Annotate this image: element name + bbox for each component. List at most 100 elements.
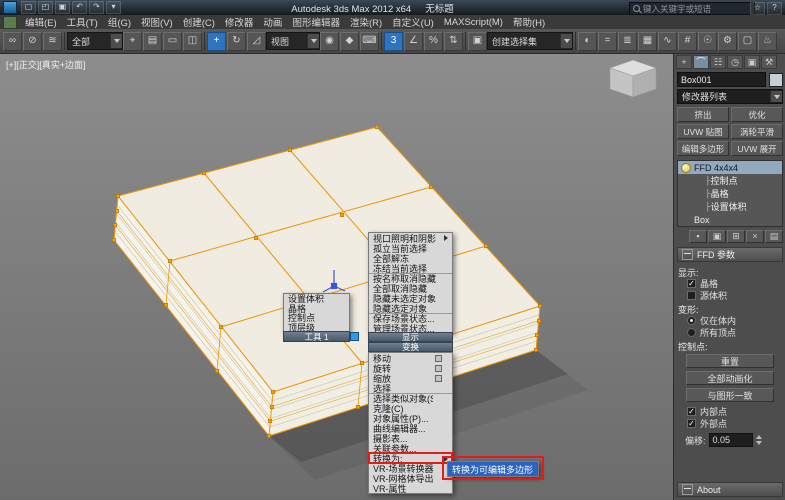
view-cube[interactable] [609,59,657,98]
deform-radio[interactable]: 所有顶点 [678,326,782,338]
window-crossing-icon[interactable]: ◫ [183,31,202,51]
menu-item[interactable]: 渲染(R) [345,15,387,29]
radio-icon[interactable] [687,327,696,337]
menu-item[interactable]: 编辑(E) [20,15,62,29]
render-production-icon[interactable]: ♨ [758,31,777,51]
layer-manager-icon[interactable]: ≣ [618,31,637,51]
unlink-selection-icon[interactable]: ⊘ [23,31,42,51]
menu-item[interactable]: 图形编辑器 [287,15,345,29]
select-object-icon[interactable]: ⌖ [123,31,142,51]
workspace-dropdown-icon[interactable]: ▾ [106,1,121,14]
radio-icon[interactable] [687,315,696,325]
checkbox-icon[interactable] [687,278,696,288]
spinner-snap-icon[interactable]: ⇅ [444,31,463,51]
checkbox-icon[interactable] [687,406,696,416]
keyboard-override-icon[interactable]: ⌨ [360,31,379,51]
show-end-result-icon[interactable]: ▣ [708,230,726,243]
control-points-button[interactable]: 与图形一致 [686,388,774,402]
control-points-button[interactable]: 重置 [686,354,774,368]
use-pivot-center-icon[interactable]: ◉ [320,31,339,51]
tab-hierarchy[interactable]: ☷ [710,55,726,69]
app-logo[interactable] [3,1,17,14]
percent-snap-icon[interactable]: % [424,31,443,51]
selection-filter-dropdown[interactable]: 全部 [67,32,123,50]
viewport-canvas[interactable] [0,53,673,500]
configure-modifier-sets-icon[interactable]: ▤ [765,230,783,243]
menu-item[interactable]: 动画 [258,15,287,29]
checkbox-icon[interactable] [687,418,696,428]
menu-item[interactable]: 帮助(H) [508,15,550,29]
bind-to-space-warp-icon[interactable]: ≋ [43,31,62,51]
select-and-move-icon[interactable]: + [207,31,226,51]
offset-spinner[interactable]: 0.05 [708,433,753,447]
menu-item[interactable]: 修改器 [220,15,259,29]
rendered-frame-icon[interactable]: ▢ [738,31,757,51]
mirror-icon[interactable]: ◐ [578,31,597,51]
undo-icon[interactable]: ↶ [72,1,87,14]
modifier-shortcut-button[interactable]: 编辑多边形 [677,141,729,156]
points-checkbox[interactable]: 外部点 [678,417,782,429]
angle-snap-icon[interactable]: ∠ [404,31,423,51]
align-icon[interactable]: = [598,31,617,51]
new-scene-icon[interactable]: ▢ [21,1,36,14]
object-name-field[interactable]: Box001 [677,72,766,87]
material-editor-icon[interactable]: ☉ [698,31,717,51]
graphite-modeling-icon[interactable]: ▦ [638,31,657,51]
about-rollout-header[interactable]: About [677,482,783,497]
reference-coordinate-dropdown[interactable]: 视图 [266,32,320,50]
modifier-stack-row[interactable]: 控制点 [678,174,782,187]
menu-item[interactable]: 工具(T) [62,15,103,29]
spinner-arrows-icon[interactable] [755,435,762,445]
menu-item[interactable]: MAXScript(M) [439,15,508,29]
search-input[interactable]: 键入关键字或短语 [629,2,755,15]
select-and-rotate-icon[interactable]: ↻ [227,31,246,51]
help-icon[interactable]: ? [767,2,782,15]
control-points-button[interactable]: 全部动画化 [686,371,774,385]
viewport-label[interactable]: [+][正交][真实+边面] [6,58,86,71]
points-checkbox[interactable]: 内部点 [678,405,782,417]
menu-item[interactable]: 自定义(U) [387,15,439,29]
modifier-stack-row[interactable]: 设置体积 [678,200,782,213]
ffd-parameters-rollout-header[interactable]: FFD 参数 [677,247,783,262]
modifier-bulb-icon[interactable] [681,162,691,173]
select-and-scale-icon[interactable]: ◿ [247,31,266,51]
quad-transform-item[interactable]: 转换为: [368,452,453,464]
tab-create[interactable]: + [676,55,692,69]
modifier-stack-row[interactable]: Box [678,213,782,226]
quad-transform-item[interactable]: VR-属性 [369,483,452,494]
modifier-stack-row[interactable]: FFD 4x4x4 [678,161,782,174]
menu-item[interactable]: 创建(C) [178,15,220,29]
schematic-view-icon[interactable]: # [678,31,697,51]
deform-radio[interactable]: 仅在体内 [678,314,782,326]
select-and-link-icon[interactable]: ∞ [3,31,22,51]
tab-display[interactable]: ▣ [744,55,760,69]
modifier-shortcut-button[interactable]: UVW 展开 [731,141,783,156]
object-color-swatch[interactable] [769,72,783,87]
rectangular-selection-region-icon[interactable]: ▭ [163,31,182,51]
checkbox-icon[interactable] [687,290,696,300]
tab-motion[interactable]: ◷ [727,55,743,69]
modifier-shortcut-button[interactable]: 涡轮平滑 [731,124,783,139]
curve-editor-icon[interactable]: ∿ [658,31,677,51]
display-checkbox[interactable]: 源体积 [678,289,782,301]
snap-toggle-icon[interactable]: 3 [384,31,403,51]
display-checkbox[interactable]: 晶格 [678,277,782,289]
make-unique-icon[interactable]: ⊞ [727,230,745,243]
quad-center-handle[interactable] [350,332,359,341]
modifier-shortcut-button[interactable]: 挤出 [677,107,729,122]
pin-stack-icon[interactable]: ▪ [689,230,707,243]
max-file-icon[interactable] [3,15,17,29]
select-and-manipulate-icon[interactable]: ◆ [340,31,359,51]
edit-named-selection-sets-icon[interactable]: ▣ [468,31,487,51]
tab-modify[interactable]: ⌒ [693,55,709,69]
modifier-shortcut-button[interactable]: UVW 贴图 [677,124,729,139]
select-by-name-icon[interactable]: ▤ [143,31,162,51]
menu-item[interactable]: 组(G) [103,15,136,29]
modifier-list-dropdown[interactable]: 修改器列表 [677,89,783,104]
remove-modifier-icon[interactable]: × [746,230,764,243]
menu-item[interactable]: 视图(V) [136,15,178,29]
modifier-stack-row[interactable]: 晶格 [678,187,782,200]
named-selection-sets-dropdown[interactable]: 创建选择集 [487,32,573,50]
save-file-icon[interactable]: ▣ [55,1,70,14]
infocenter-star-icon[interactable]: ☆ [750,2,765,15]
